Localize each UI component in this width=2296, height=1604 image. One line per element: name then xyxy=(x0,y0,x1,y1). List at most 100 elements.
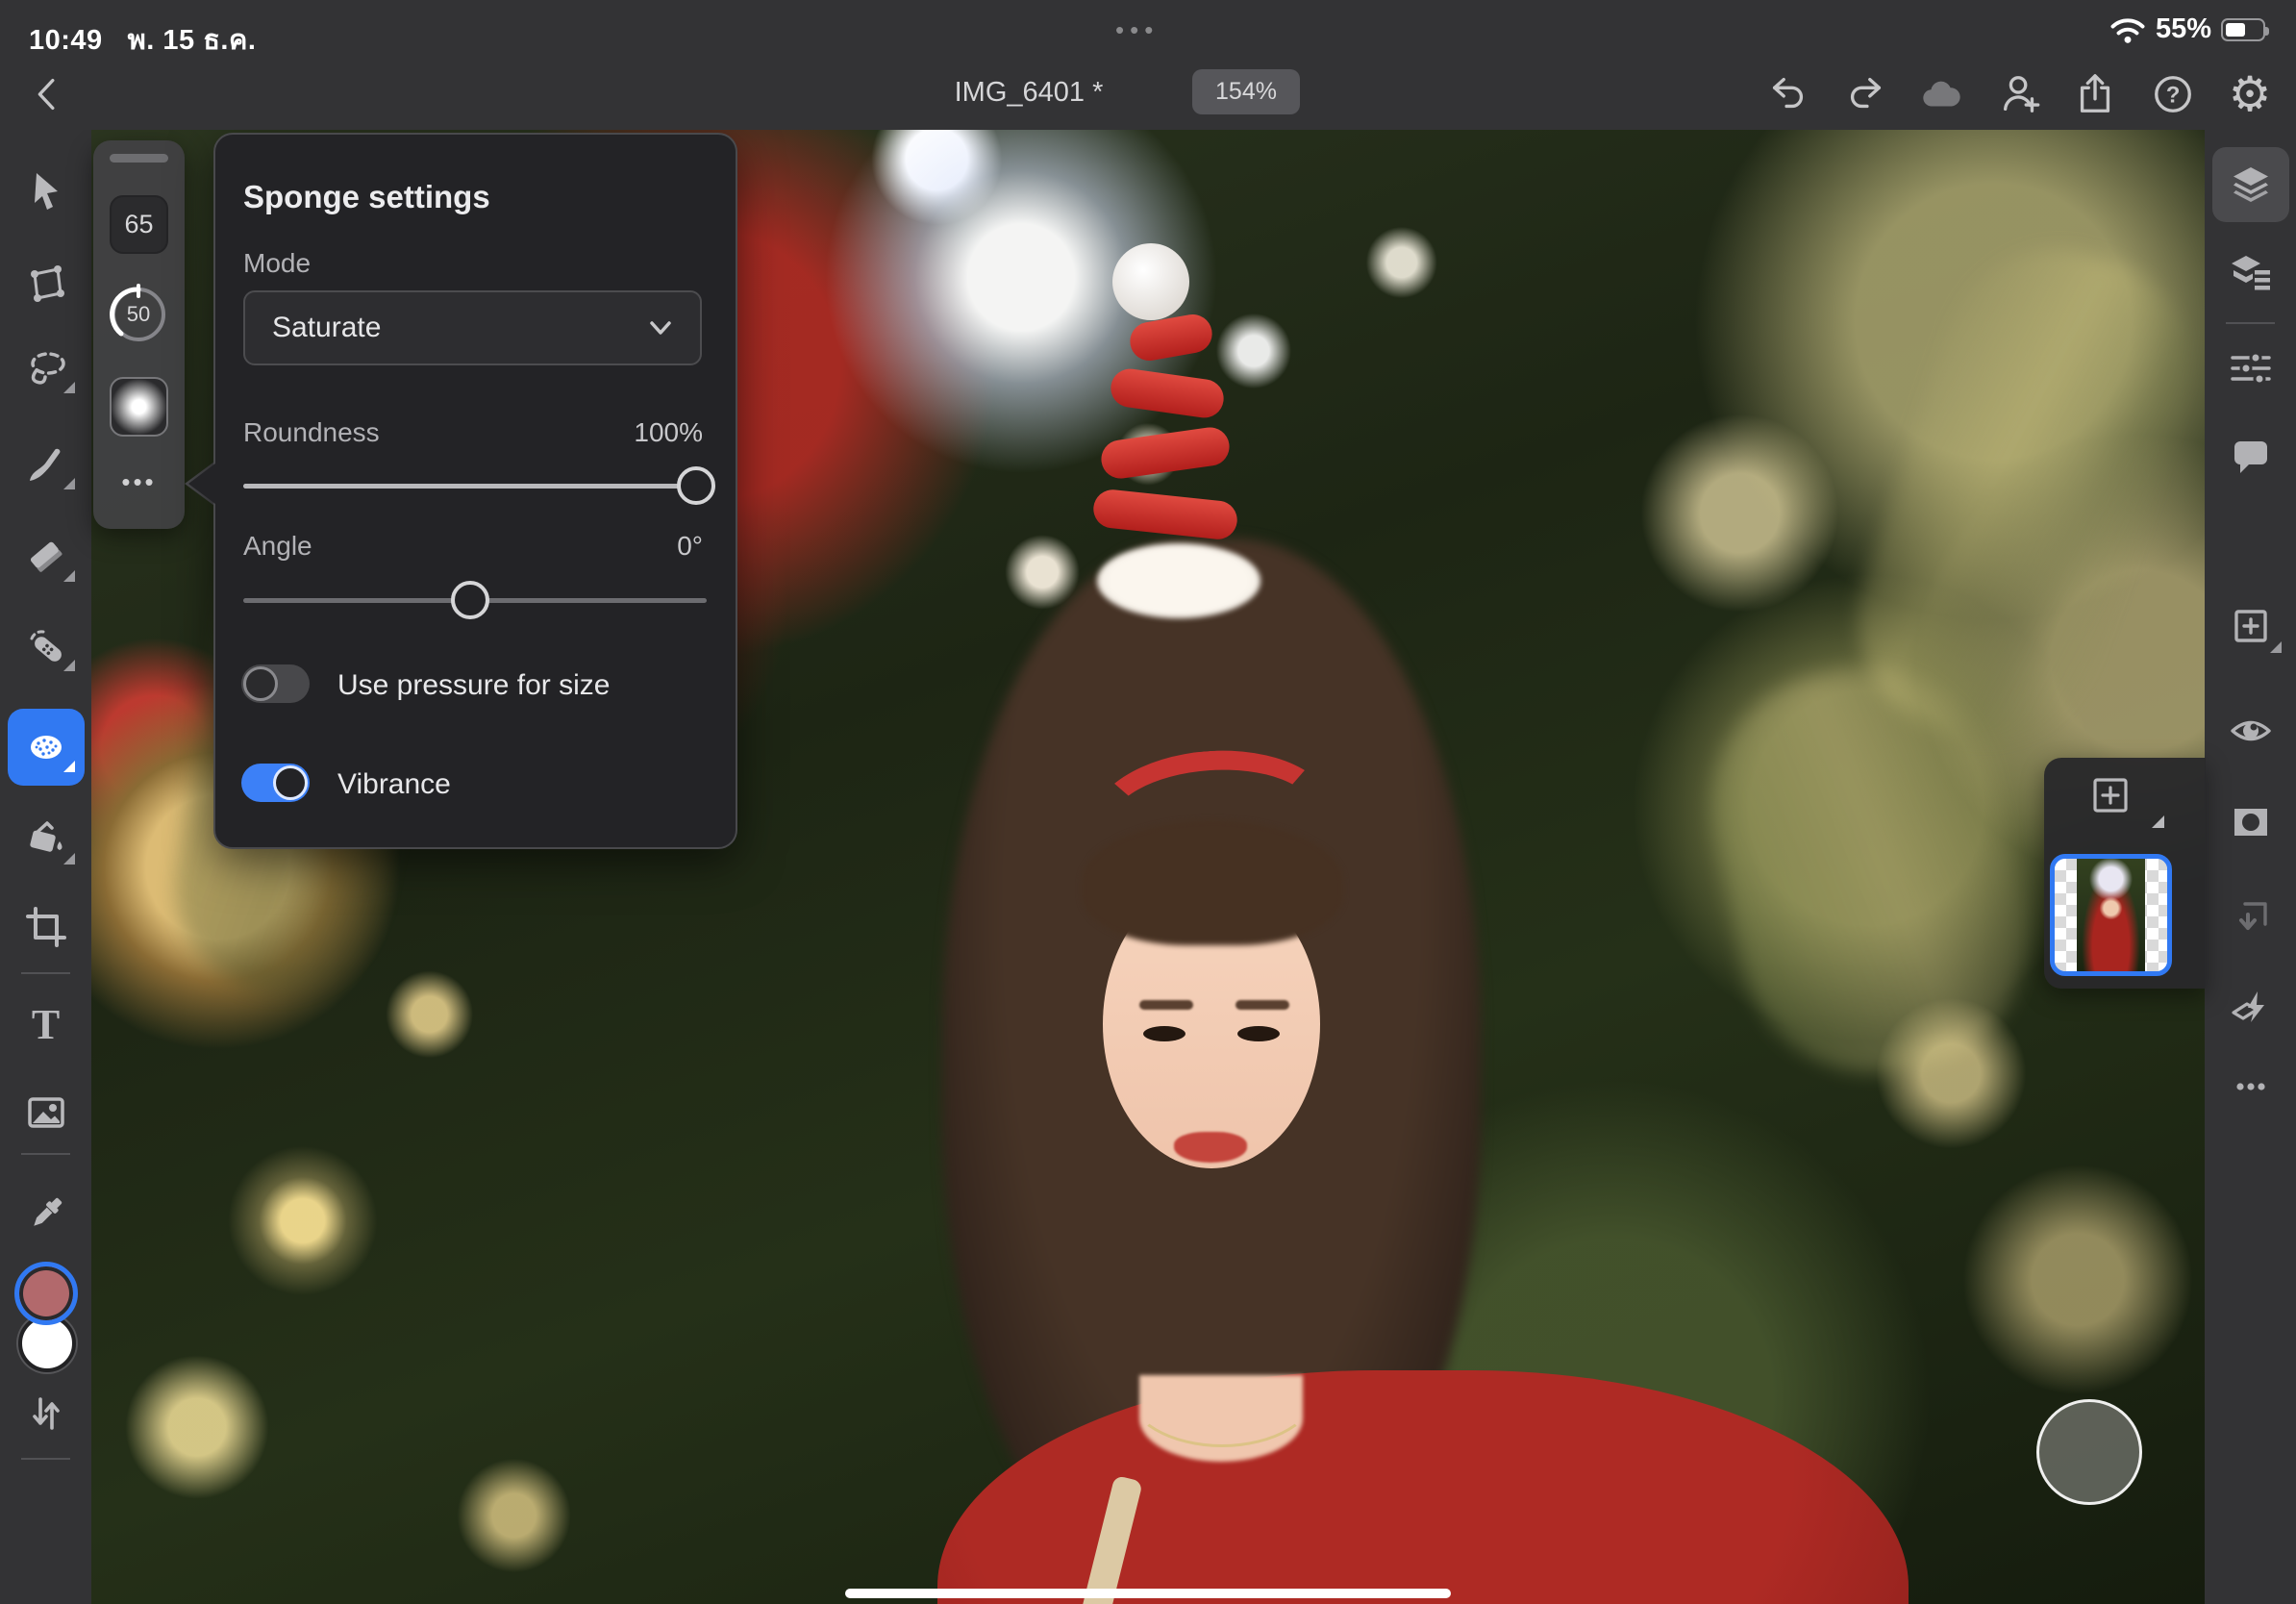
add-layer-plus-icon xyxy=(2092,777,2129,814)
tool-eraser[interactable] xyxy=(0,520,91,593)
panel-comments[interactable] xyxy=(2205,419,2296,492)
swap-colors-icon xyxy=(23,1391,69,1437)
subject-eye xyxy=(1143,1026,1185,1041)
undo-icon xyxy=(1766,72,1810,116)
person-add-icon xyxy=(1998,72,2042,116)
add-layer-button[interactable] xyxy=(2092,777,2129,814)
more-options-button[interactable] xyxy=(2205,1050,2296,1123)
opacity-dial[interactable]: 50 xyxy=(108,284,169,345)
move-cursor-icon xyxy=(23,168,69,214)
angle-slider-knob[interactable] xyxy=(451,581,489,619)
clip-layer-icon xyxy=(2228,895,2274,941)
panel-adjustments[interactable] xyxy=(2205,332,2296,405)
tool-crop[interactable] xyxy=(0,890,91,964)
tool-fill[interactable] xyxy=(0,803,91,876)
undo-button[interactable] xyxy=(1765,71,1811,117)
transform-icon xyxy=(23,261,69,307)
clock: 10:49 xyxy=(29,25,103,56)
toolbar-divider xyxy=(21,1153,70,1155)
tool-brush[interactable] xyxy=(0,428,91,501)
tool-options-bar[interactable]: 65 50 ••• xyxy=(93,140,185,529)
status-right: 55% xyxy=(2109,13,2265,45)
subject-lips xyxy=(1174,1132,1247,1163)
brush-icon xyxy=(23,441,69,488)
layer-mask-button[interactable] xyxy=(2205,786,2296,859)
vibrance-label: Vibrance xyxy=(337,768,451,801)
help-button[interactable]: ? xyxy=(2150,71,2196,117)
settings-button[interactable]: ⚙ xyxy=(2227,71,2273,117)
eyedropper-icon xyxy=(23,1190,69,1237)
mode-label: Mode xyxy=(243,248,311,279)
subject-eyebrow xyxy=(1139,1000,1193,1010)
flyout-indicator xyxy=(63,660,75,671)
share-icon xyxy=(2073,72,2117,116)
document-title: IMG_6401 * xyxy=(894,77,1163,109)
swap-colors-button[interactable] xyxy=(0,1377,91,1450)
tool-type[interactable]: T xyxy=(0,989,91,1062)
use-pressure-toggle[interactable] xyxy=(241,664,310,703)
panel-layers[interactable] xyxy=(2205,148,2296,221)
zoom-level-badge[interactable]: 154% xyxy=(1192,69,1300,114)
drag-handle[interactable] xyxy=(110,154,168,163)
panel-layer-properties[interactable] xyxy=(2205,236,2296,309)
brush-size-button[interactable]: 65 xyxy=(110,195,168,254)
cloud-sync-button[interactable] xyxy=(1918,71,1964,117)
top-bar: 10:49พ. 15 ธ.ค. ••• 55% IMG_6401 * 154% xyxy=(0,0,2296,130)
foreground-color-swatch[interactable] xyxy=(14,1262,78,1325)
mode-value: Saturate xyxy=(272,312,381,344)
add-button[interactable] xyxy=(2205,589,2296,663)
toolbar-divider xyxy=(2226,322,2275,324)
opacity-value: 50 xyxy=(108,284,169,345)
roundness-value: 100% xyxy=(634,417,703,448)
eraser-icon xyxy=(23,534,69,580)
touch-shortcut-button[interactable] xyxy=(2036,1399,2142,1505)
roundness-slider-knob[interactable] xyxy=(677,466,715,505)
sponge-icon xyxy=(23,724,69,770)
use-pressure-label: Use pressure for size xyxy=(337,669,610,702)
tool-move[interactable] xyxy=(0,155,91,228)
flyout-indicator xyxy=(63,382,75,393)
redo-button[interactable] xyxy=(1842,71,1888,117)
layers-icon xyxy=(2228,162,2274,208)
vibrance-toggle[interactable] xyxy=(241,764,310,802)
brush-tip-preview[interactable] xyxy=(110,377,168,437)
popup-tail xyxy=(188,464,215,504)
angle-slider[interactable] xyxy=(243,581,707,619)
hat-pompom xyxy=(1112,243,1189,320)
ellipsis-icon xyxy=(2228,1064,2274,1110)
layer-effects-button[interactable] xyxy=(2205,970,2296,1043)
back-button[interactable] xyxy=(25,71,71,117)
redo-icon xyxy=(1843,72,1887,116)
tool-place-image[interactable] xyxy=(0,1076,91,1149)
tool-eyedropper[interactable] xyxy=(0,1177,91,1250)
app-switcher-dots-icon[interactable]: ••• xyxy=(1115,15,1159,45)
mode-dropdown[interactable]: Saturate xyxy=(243,290,702,365)
cloud-icon xyxy=(1919,72,1963,116)
battery-percent: 55% xyxy=(2156,13,2211,45)
roundness-label: Roundness xyxy=(243,417,380,448)
add-collaborator-button[interactable] xyxy=(1997,71,2043,117)
toolbar-divider xyxy=(21,1458,70,1460)
chevron-left-icon xyxy=(26,72,70,116)
home-indicator[interactable] xyxy=(845,1589,1451,1598)
mask-icon xyxy=(2228,799,2274,845)
tool-transform[interactable] xyxy=(0,247,91,320)
roundness-slider[interactable] xyxy=(243,466,707,505)
clip-layer-button[interactable] xyxy=(2205,882,2296,955)
chevron-down-icon xyxy=(648,315,673,340)
add-plus-icon xyxy=(2228,603,2274,649)
eye-icon xyxy=(2228,708,2274,754)
flyout-indicator xyxy=(63,853,75,865)
layer-visibility-button[interactable] xyxy=(2205,694,2296,767)
tool-sponge[interactable] xyxy=(0,711,91,784)
layers-flyout-panel xyxy=(2044,758,2206,989)
brush-size-value: 65 xyxy=(124,210,153,239)
angle-label: Angle xyxy=(243,531,312,562)
wifi-icon xyxy=(2109,15,2146,44)
tool-lasso[interactable] xyxy=(0,332,91,405)
popup-title: Sponge settings xyxy=(243,179,490,215)
tool-healing[interactable] xyxy=(0,610,91,683)
tool-options-more-button[interactable]: ••• xyxy=(93,467,185,497)
selected-layer-thumbnail[interactable] xyxy=(2050,854,2172,976)
share-button[interactable] xyxy=(2072,71,2118,117)
